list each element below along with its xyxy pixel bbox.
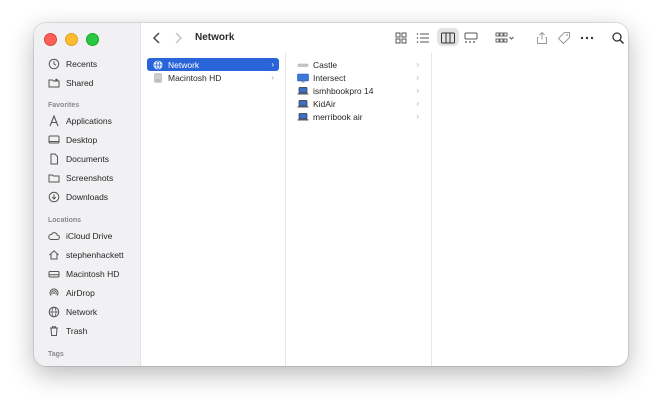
sidebar-item-label: Applications bbox=[66, 116, 112, 126]
gallery-view-icon[interactable] bbox=[463, 31, 479, 45]
group-icon[interactable] bbox=[494, 31, 516, 45]
sidebar-item-recents[interactable]: Recents bbox=[48, 55, 97, 73]
column-3 bbox=[432, 53, 628, 366]
icon-view-icon[interactable] bbox=[393, 31, 409, 45]
disk-icon bbox=[48, 271, 60, 278]
column-item-label: merribook air bbox=[313, 111, 363, 122]
sidebar-item-documents[interactable]: Documents bbox=[48, 150, 109, 168]
column-item-network[interactable]: Network › bbox=[147, 58, 279, 71]
finder-window: Recents Shared Favorites Applications De… bbox=[34, 23, 628, 366]
list-view-icon[interactable] bbox=[415, 31, 431, 45]
sidebar: Recents Shared Favorites Applications De… bbox=[34, 23, 141, 366]
share-icon[interactable] bbox=[534, 31, 550, 45]
sidebar-item-label: Trash bbox=[66, 326, 88, 336]
chevron-left-icon[interactable] bbox=[149, 30, 165, 46]
laptop-icon bbox=[297, 112, 309, 120]
sidebar-item-icloud-drive[interactable]: iCloud Drive bbox=[48, 227, 112, 245]
sidebar-item-label: Shared bbox=[66, 78, 94, 88]
shared-folder-icon bbox=[48, 78, 60, 88]
window-title: Network bbox=[195, 32, 235, 43]
globe-icon bbox=[153, 60, 163, 69]
sidebar-item-label: Documents bbox=[66, 154, 109, 164]
chevron-right-icon: › bbox=[271, 60, 274, 69]
disk-icon bbox=[154, 73, 162, 82]
column-item-macintosh-hd[interactable]: Macintosh HD › bbox=[147, 71, 279, 84]
laptop-icon bbox=[297, 99, 309, 107]
zoom-window-button[interactable] bbox=[86, 33, 99, 46]
network-device-icon bbox=[297, 63, 309, 67]
tag-icon[interactable] bbox=[556, 31, 572, 45]
airdrop-icon bbox=[49, 288, 59, 296]
sidebar-item-label: AirDrop bbox=[66, 288, 95, 298]
search-icon[interactable] bbox=[610, 31, 626, 45]
more-icon[interactable] bbox=[579, 31, 595, 45]
column-item-label: Intersect bbox=[313, 72, 346, 83]
chevron-right-icon: › bbox=[271, 73, 274, 82]
sidebar-item-network[interactable]: Network bbox=[48, 303, 97, 321]
toolbar: Network bbox=[141, 23, 628, 53]
sidebar-item-label: Macintosh HD bbox=[66, 269, 120, 279]
sidebar-item-downloads[interactable]: Downloads bbox=[48, 188, 108, 206]
column-item-kidair[interactable]: KidAir › bbox=[292, 97, 424, 110]
minimize-window-button[interactable] bbox=[65, 33, 78, 46]
close-window-button[interactable] bbox=[44, 33, 57, 46]
chevron-right-icon[interactable] bbox=[170, 30, 186, 46]
locations-heading: Locations bbox=[48, 217, 82, 224]
laptop-icon bbox=[297, 86, 309, 94]
document-icon bbox=[50, 153, 58, 165]
column-view-icon[interactable] bbox=[440, 31, 456, 45]
sidebar-item-label: Downloads bbox=[66, 192, 109, 202]
sidebar-item-desktop[interactable]: Desktop bbox=[48, 131, 97, 149]
sidebar-item-label: stephenhackett bbox=[66, 250, 124, 260]
sidebar-item-applications[interactable]: Applications bbox=[48, 112, 112, 130]
sidebar-item-label: Desktop bbox=[66, 135, 98, 145]
sidebar-item-label: Screenshots bbox=[66, 173, 114, 183]
sidebar-item-airdrop[interactable]: AirDrop bbox=[48, 284, 95, 302]
applications-icon bbox=[49, 115, 59, 127]
sidebar-item-trash[interactable]: Trash bbox=[48, 322, 87, 340]
column-item-label: ismhbookpro 14 bbox=[313, 85, 374, 96]
tags-heading: Tags bbox=[48, 351, 64, 358]
trash-icon bbox=[50, 326, 58, 336]
sidebar-item-macintosh-hd[interactable]: Macintosh HD bbox=[48, 265, 119, 283]
chevron-right-icon: › bbox=[416, 73, 419, 82]
sidebar-item-label: iCloud Drive bbox=[66, 231, 113, 241]
column-item-castle[interactable]: Castle › bbox=[292, 58, 424, 71]
column-item-label: KidAir bbox=[313, 98, 336, 109]
column-item-intersect[interactable]: Intersect › bbox=[292, 71, 424, 84]
column-item-label: Castle bbox=[313, 59, 338, 70]
download-icon bbox=[48, 191, 60, 203]
sidebar-item-screenshots[interactable]: Screenshots bbox=[48, 169, 113, 187]
sidebar-item-home[interactable]: stephenhackett bbox=[48, 246, 124, 264]
column-item-label: Network bbox=[168, 59, 200, 70]
sidebar-item-shared[interactable]: Shared bbox=[48, 74, 93, 92]
column-item-label: Macintosh HD bbox=[168, 72, 222, 83]
globe-icon bbox=[48, 306, 60, 318]
chevron-right-icon: › bbox=[416, 99, 419, 108]
chevron-right-icon: › bbox=[416, 112, 419, 121]
cloud-icon bbox=[48, 232, 60, 240]
favorites-heading: Favorites bbox=[48, 102, 80, 109]
clock-icon bbox=[48, 58, 60, 70]
column-1: Network › Macintosh HD › bbox=[141, 53, 286, 366]
sidebar-item-label: Recents bbox=[66, 59, 98, 69]
monitor-icon bbox=[297, 73, 309, 82]
chevron-right-icon: › bbox=[416, 86, 419, 95]
home-icon bbox=[49, 250, 59, 260]
desktop-icon bbox=[48, 135, 60, 144]
chevron-right-icon: › bbox=[416, 60, 419, 69]
column-item-merribook-air[interactable]: merribook air › bbox=[292, 110, 424, 123]
column-item-ismhbookpro[interactable]: ismhbookpro 14 › bbox=[292, 84, 424, 97]
column-2: Castle › Intersect › ismhbookpro 14 › Ki… bbox=[286, 53, 432, 366]
sidebar-item-label: Network bbox=[66, 307, 98, 317]
folder-icon bbox=[48, 174, 60, 183]
window-controls bbox=[44, 33, 99, 46]
